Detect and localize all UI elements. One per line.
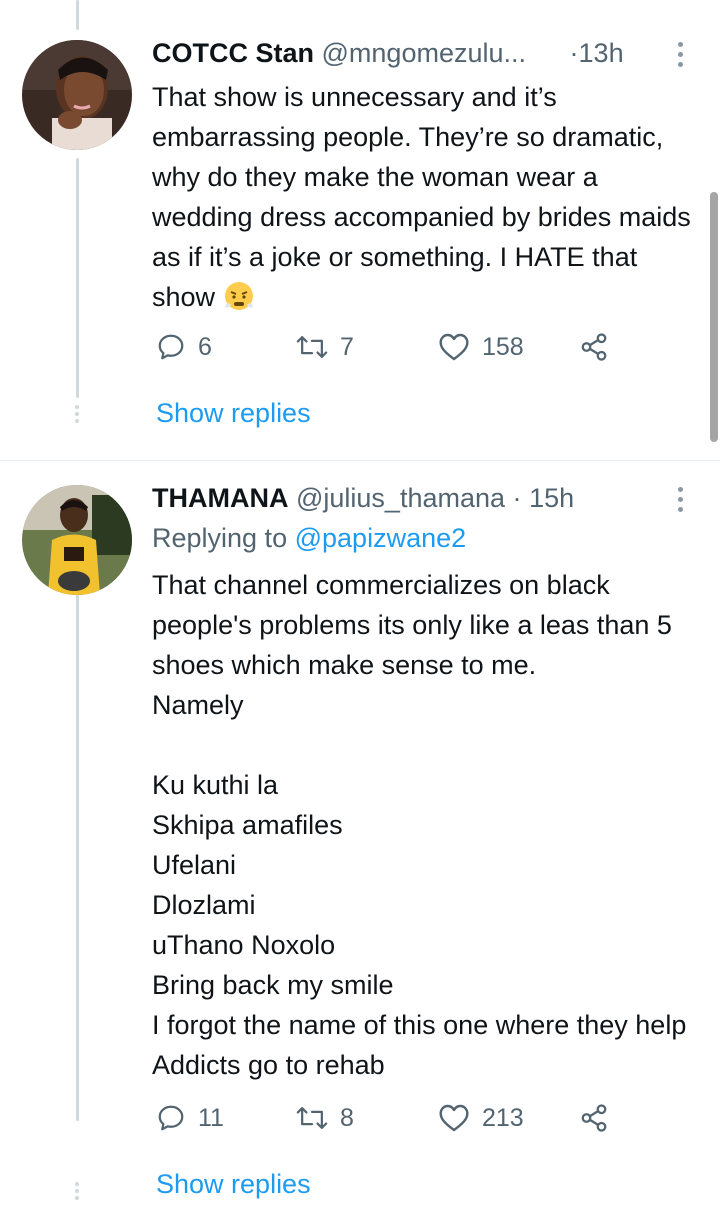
show-replies-link[interactable]: Show replies xyxy=(156,398,311,429)
share-button[interactable] xyxy=(578,332,610,362)
retweet-button[interactable]: 8 xyxy=(296,1103,354,1133)
more-icon[interactable] xyxy=(676,42,684,72)
reply-button[interactable]: 11 xyxy=(156,1103,224,1133)
show-replies-link[interactable]: Show replies xyxy=(156,1169,311,1200)
retweet-button[interactable]: 7 xyxy=(296,332,354,362)
heart-icon xyxy=(438,1103,470,1133)
like-button[interactable]: 158 xyxy=(438,332,524,362)
display-name[interactable]: COTCC Stan xyxy=(152,38,314,68)
tweet-text-content: That show is unnecessary and it’s embarr… xyxy=(152,82,699,312)
tweet-header: COTCC Stan @mngomezulu... ·13h xyxy=(152,38,652,69)
user-handle[interactable]: @julius_thamana xyxy=(296,483,505,513)
share-button[interactable] xyxy=(578,1103,610,1133)
face-with-steam-from-nose-icon xyxy=(223,280,255,323)
thread-dots xyxy=(73,402,81,423)
tweet-text: That show is unnecessary and it’s embarr… xyxy=(152,77,692,323)
share-icon xyxy=(578,332,610,362)
tweet-header: THAMANA @julius_thamana · 15h xyxy=(152,483,652,514)
like-button[interactable]: 213 xyxy=(438,1103,524,1133)
tweet[interactable]: THAMANA @julius_thamana · 15h Replying t… xyxy=(0,460,720,1214)
separator-dot: · xyxy=(569,38,579,68)
share-icon xyxy=(578,1103,610,1133)
avatar[interactable] xyxy=(22,40,132,150)
display-name[interactable]: THAMANA xyxy=(152,483,288,513)
thread-line xyxy=(76,158,79,398)
replying-label: Replying to xyxy=(152,523,288,553)
tweet-actions: 6 7 158 xyxy=(156,332,626,372)
timestamp[interactable]: 13h xyxy=(579,38,624,68)
heart-icon xyxy=(438,332,470,362)
reply-icon xyxy=(156,1103,186,1133)
scrollbar[interactable] xyxy=(710,192,718,442)
replying-to: Replying to @papizwane2 xyxy=(152,523,466,554)
tweet-actions: 11 8 213 xyxy=(156,1103,626,1143)
mention-link[interactable]: @papizwane2 xyxy=(295,523,467,553)
retweet-icon xyxy=(296,1103,328,1133)
thread-line xyxy=(76,591,79,1121)
tweet[interactable]: COTCC Stan @mngomezulu... ·13h That show… xyxy=(0,0,720,460)
reply-button[interactable]: 6 xyxy=(156,332,212,362)
avatar[interactable] xyxy=(22,485,132,595)
user-handle[interactable]: @mngomezulu... xyxy=(322,38,527,68)
like-count: 213 xyxy=(482,1103,524,1132)
like-count: 158 xyxy=(482,332,524,361)
thread-dots xyxy=(73,1179,81,1200)
separator-dot: · xyxy=(512,483,522,513)
reply-count: 6 xyxy=(198,332,212,361)
more-icon[interactable] xyxy=(676,487,684,517)
reply-count: 11 xyxy=(198,1103,224,1132)
timestamp[interactable]: 15h xyxy=(529,483,574,513)
retweet-icon xyxy=(296,332,328,362)
thread-line xyxy=(76,0,79,30)
tweet-text: That channel commercializes on black peo… xyxy=(152,570,687,1080)
retweet-count: 8 xyxy=(340,1103,354,1132)
reply-icon xyxy=(156,332,186,362)
retweet-count: 7 xyxy=(340,332,354,361)
